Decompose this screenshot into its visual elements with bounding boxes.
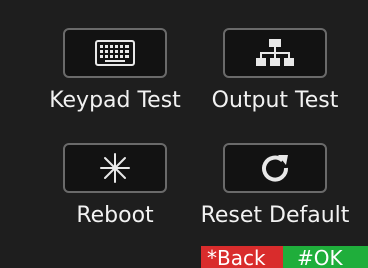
refresh-icon <box>262 155 289 182</box>
asterisk-icon <box>100 153 130 183</box>
keypad-test-button[interactable] <box>63 28 167 78</box>
output-test-label: Output Test <box>211 88 339 113</box>
menu-item-output-test[interactable]: Output Test <box>190 28 360 128</box>
reset-default-label: Reset Default <box>200 203 350 228</box>
ok-softkey[interactable]: #OK <box>283 246 368 268</box>
keypad-test-label: Keypad Test <box>49 88 181 113</box>
reset-default-button[interactable] <box>223 143 327 193</box>
menu-screen: Keypad Test Output Test Reboot Reset Def… <box>0 0 368 268</box>
output-test-button[interactable] <box>223 28 327 78</box>
keyboard-icon <box>95 40 135 66</box>
hierarchy-icon <box>256 39 294 66</box>
reboot-label: Reboot <box>76 203 154 228</box>
menu-item-keypad-test[interactable]: Keypad Test <box>30 28 200 128</box>
reboot-button[interactable] <box>63 143 167 193</box>
menu-item-reset-default[interactable]: Reset Default <box>190 143 360 243</box>
back-softkey[interactable]: *Back <box>201 246 283 268</box>
menu-item-reboot[interactable]: Reboot <box>30 143 200 243</box>
